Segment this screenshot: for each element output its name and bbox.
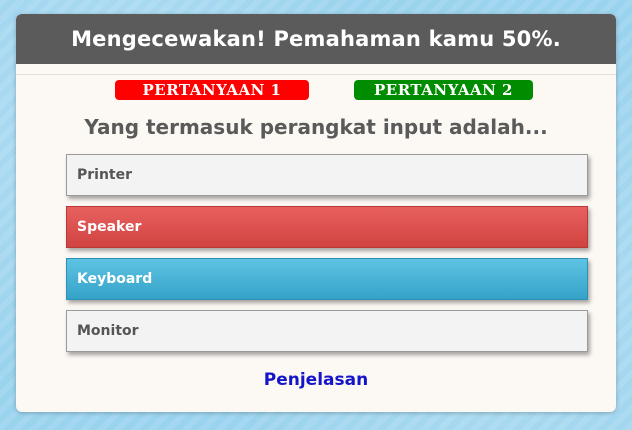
result-banner: Mengecewakan! Pemahaman kamu 50%. <box>16 14 616 64</box>
question-2-tab[interactable]: PERTANYAAN 2 <box>354 80 533 100</box>
question-1-label: PERTANYAAN 1 <box>142 81 282 99</box>
result-message: Mengecewakan! Pemahaman kamu 50%. <box>71 27 561 51</box>
option-speaker[interactable]: Speaker <box>66 206 588 248</box>
option-monitor[interactable]: Monitor <box>66 310 588 352</box>
question-1-tab[interactable]: PERTANYAAN 1 <box>115 80 309 100</box>
explanation-link[interactable]: Penjelasan <box>16 370 616 390</box>
question-navigation: PERTANYAAN 1 PERTANYAAN 2 <box>16 75 616 103</box>
divider <box>16 64 616 75</box>
quiz-result-panel: Mengecewakan! Pemahaman kamu 50%. PERTAN… <box>16 14 616 412</box>
option-label: Keyboard <box>77 271 153 287</box>
option-label: Monitor <box>77 323 139 339</box>
option-printer[interactable]: Printer <box>66 154 588 196</box>
option-keyboard[interactable]: Keyboard <box>66 258 588 300</box>
option-label: Printer <box>77 167 133 183</box>
answer-options: Printer Speaker Keyboard Monitor <box>66 154 588 362</box>
question-2-label: PERTANYAAN 2 <box>373 81 513 99</box>
option-label: Speaker <box>77 219 142 235</box>
question-text: Yang termasuk perangkat input adalah... <box>84 115 548 139</box>
